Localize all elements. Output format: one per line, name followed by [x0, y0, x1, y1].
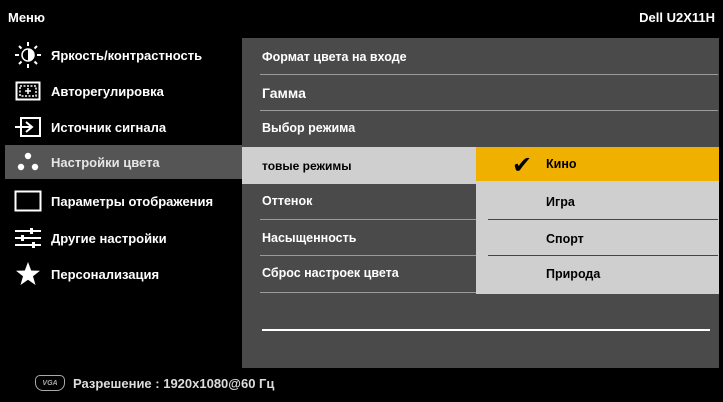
sidebar-item-label: Настройки цвета: [51, 154, 160, 170]
star-icon: [11, 257, 45, 291]
other-settings-icon: [11, 221, 45, 255]
option-gamma[interactable]: Гамма: [242, 76, 478, 110]
color-settings-icon: [11, 145, 45, 179]
divider: [488, 255, 718, 256]
sidebar-item-other-settings[interactable]: Другие настройки: [5, 221, 242, 255]
checkmark-icon: ✔: [512, 152, 533, 179]
divider: [260, 292, 478, 293]
monitor-model: Dell U2X11H: [639, 10, 715, 25]
status-footer: VGA Разрешение : 1920x1080@60 Гц: [5, 368, 719, 398]
option-label: товые режимы: [262, 158, 352, 173]
osd-menu: Меню Dell U2X11H Яркость/контрастность А…: [0, 0, 723, 402]
brightness-icon: [11, 38, 45, 72]
vga-connector-icon: VGA: [35, 375, 65, 391]
sidebar-item-label: Авторегулировка: [51, 83, 164, 99]
option-saturation[interactable]: Насыщенность: [242, 221, 478, 255]
option-preset-modes[interactable]: товые режимы: [242, 147, 478, 184]
option-input-color-format[interactable]: Формат цвета на входе: [242, 40, 478, 74]
sidebar-item-label: Параметры отображения: [51, 193, 214, 209]
sidebar-item-brightness-contrast[interactable]: Яркость/контрастность: [5, 38, 242, 72]
preset-label: Кино: [546, 157, 577, 171]
sidebar-item-color-settings[interactable]: Настройки цвета: [5, 145, 242, 179]
display-settings-icon: [11, 184, 45, 218]
divider: [260, 219, 478, 220]
input-source-icon: [11, 110, 45, 144]
option-label: Выбор режима: [262, 121, 356, 135]
divider: [260, 74, 718, 75]
sidebar-item-label: Яркость/контрастность: [51, 47, 203, 63]
option-label: Сброс настроек цвета: [262, 266, 399, 280]
sidebar-item-input-source[interactable]: Источник сигнала: [5, 110, 242, 144]
preset-modes-submenu: ✔ Кино Игра Спорт Природа: [476, 147, 719, 294]
panel-bottom-divider: [262, 329, 710, 331]
option-label: Оттенок: [262, 194, 313, 208]
sidebar-item-label: Источник сигнала: [51, 119, 167, 135]
resolution-text: Разрешение : 1920x1080@60 Гц: [73, 375, 275, 391]
sidebar-item-display-settings[interactable]: Параметры отображения: [5, 184, 242, 218]
sidebar: Яркость/контрастность Авторегулировка Ис…: [5, 38, 242, 368]
option-reset-color[interactable]: Сброс настроек цвета: [242, 256, 478, 290]
option-mode-select[interactable]: Выбор режима: [242, 111, 478, 145]
auto-adjust-icon: [11, 74, 45, 108]
preset-label: Игра: [546, 195, 575, 209]
sidebar-item-personalize[interactable]: Персонализация: [5, 257, 242, 291]
option-label: Гамма: [262, 85, 306, 101]
option-label: Насыщенность: [262, 231, 357, 245]
preset-movie[interactable]: ✔ Кино: [476, 147, 719, 181]
preset-nature[interactable]: Природа: [476, 257, 719, 291]
preset-game[interactable]: Игра: [476, 185, 719, 219]
sidebar-item-label: Персонализация: [51, 266, 160, 282]
sidebar-item-label: Другие настройки: [51, 230, 167, 246]
preset-label: Природа: [546, 267, 601, 281]
title-bar: Меню Dell U2X11H: [5, 6, 719, 30]
sidebar-item-auto-adjust[interactable]: Авторегулировка: [5, 74, 242, 108]
option-label: Формат цвета на входе: [262, 50, 407, 64]
option-hue[interactable]: Оттенок: [242, 184, 478, 218]
menu-title: Меню: [8, 10, 46, 25]
preset-sport[interactable]: Спорт: [476, 222, 719, 256]
divider: [488, 219, 718, 220]
preset-label: Спорт: [546, 232, 584, 246]
